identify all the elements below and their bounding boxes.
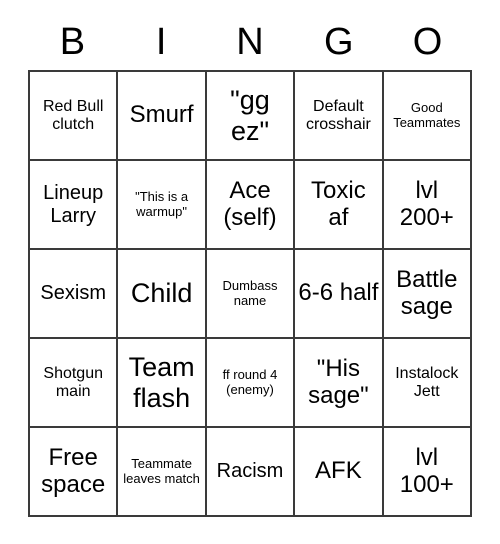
bingo-cell-label: "gg ez" bbox=[230, 85, 270, 146]
bingo-cell-label: Instalock Jett bbox=[395, 364, 459, 400]
bingo-cell-label: Racism bbox=[216, 460, 284, 483]
bingo-cell-label: Free space bbox=[41, 443, 106, 498]
bingo-cell-label: Teammate leaves match bbox=[123, 455, 200, 486]
bingo-header-row: B I N G O bbox=[28, 14, 472, 70]
bingo-cell-label: Shotgun main bbox=[43, 364, 103, 400]
bingo-cell-label: Ace (self) bbox=[223, 176, 277, 231]
bingo-cell[interactable]: Racism bbox=[206, 428, 296, 517]
bingo-cell[interactable]: Team flash bbox=[118, 339, 207, 428]
bingo-cell[interactable]: Red Bull clutch bbox=[30, 72, 119, 161]
bingo-cell[interactable]: lvl 200+ bbox=[383, 161, 472, 250]
bingo-cell-label: AFK bbox=[315, 457, 362, 485]
bingo-cell[interactable]: Smurf bbox=[118, 72, 207, 161]
bingo-grid: Red Bull clutch Smurf "gg ez" Default cross… bbox=[28, 70, 472, 517]
bingo-cell-label: Smurf bbox=[129, 101, 194, 129]
bingo-cell[interactable]: AFK bbox=[295, 428, 384, 517]
bingo-cell[interactable]: Lineup Larry bbox=[30, 161, 119, 250]
bingo-cell[interactable]: 6-6 half bbox=[295, 250, 384, 339]
bingo-cell[interactable]: Sexism bbox=[30, 250, 119, 339]
bingo-cell[interactable]: "gg ez" bbox=[206, 72, 296, 161]
header-letter-n: N bbox=[236, 21, 264, 63]
bingo-cell-label: Red Bull clutch bbox=[42, 97, 104, 133]
bingo-card: B I N G O Red Bull clutch Smurf "gg ez" Def… bbox=[28, 14, 472, 517]
bingo-cell-label: lvl 200+ bbox=[399, 176, 454, 231]
bingo-cell-label: Good Teammates bbox=[393, 99, 461, 130]
bingo-cell-label: lvl 100+ bbox=[399, 443, 454, 498]
bingo-cell[interactable]: Shotgun main bbox=[30, 339, 119, 428]
header-letter-i: I bbox=[155, 21, 167, 63]
bingo-cell-label: ff round 4 (enemy) bbox=[222, 366, 278, 397]
bingo-cell-label: Team flash bbox=[128, 352, 195, 413]
bingo-cell-label: 6-6 half bbox=[298, 279, 379, 307]
bingo-cell-label: Default crosshair bbox=[305, 97, 371, 133]
bingo-cell[interactable]: Free space bbox=[30, 428, 119, 517]
bingo-cell-label: Dumbass name bbox=[222, 277, 278, 308]
bingo-cell[interactable]: ff round 4 (enemy) bbox=[206, 339, 296, 428]
bingo-cell[interactable]: "His sage" bbox=[295, 339, 384, 428]
header-letter-g: G bbox=[324, 21, 354, 63]
bingo-cell-label: Sexism bbox=[40, 282, 106, 305]
bingo-cell[interactable]: Battle sage bbox=[383, 250, 472, 339]
bingo-cell-label: Battle sage bbox=[396, 265, 458, 320]
bingo-cell[interactable]: "This is a warmup" bbox=[118, 161, 207, 250]
bingo-cell[interactable]: Child bbox=[118, 250, 207, 339]
bingo-cell[interactable]: Dumbass name bbox=[206, 250, 296, 339]
bingo-cell-label: Lineup Larry bbox=[43, 182, 104, 227]
bingo-cell-label: "This is a warmup" bbox=[135, 188, 189, 219]
header-letter-o: O bbox=[412, 21, 443, 63]
bingo-cell-label: Child bbox=[130, 278, 193, 309]
bingo-cell[interactable]: Ace (self) bbox=[206, 161, 296, 250]
bingo-cell[interactable]: Good Teammates bbox=[383, 72, 472, 161]
bingo-cell[interactable]: Instalock Jett bbox=[383, 339, 472, 428]
bingo-cell[interactable]: Toxic af bbox=[295, 161, 384, 250]
bingo-cell-label: Toxic af bbox=[311, 176, 366, 231]
bingo-cell[interactable]: Teammate leaves match bbox=[118, 428, 207, 517]
bingo-cell[interactable]: lvl 100+ bbox=[383, 428, 472, 517]
bingo-cell[interactable]: Default crosshair bbox=[295, 72, 384, 161]
bingo-cell-label: "His sage" bbox=[308, 354, 369, 409]
header-letter-b: B bbox=[59, 21, 86, 63]
